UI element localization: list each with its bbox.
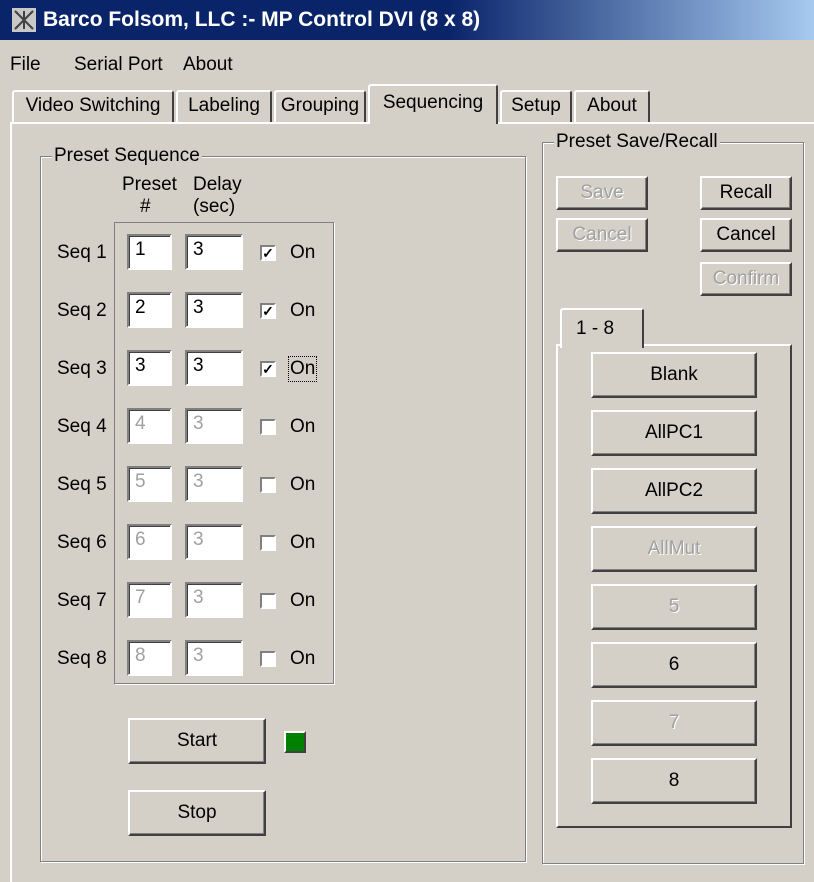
delay-seconds-input[interactable]: 3 — [185, 350, 243, 386]
seq-row-label: Seq 3 — [57, 358, 107, 379]
seq-on-label[interactable]: On — [290, 474, 315, 496]
preset-button[interactable]: AllPC2 — [591, 468, 757, 514]
column-header-preset-number: # — [140, 196, 151, 217]
seq-on-checkbox[interactable] — [260, 593, 276, 609]
delay-seconds-input[interactable]: 3 — [185, 582, 243, 618]
seq-on-checkbox[interactable] — [260, 535, 276, 551]
seq-on-label[interactable]: On — [287, 356, 318, 382]
seq-row-label: Seq 5 — [57, 474, 107, 495]
menu-bar: File Serial Port About — [0, 40, 814, 80]
confirm-button[interactable]: Confirm — [700, 262, 792, 296]
tab-video-switching[interactable]: Video Switching — [12, 90, 174, 122]
delay-seconds-input[interactable]: 3 — [185, 408, 243, 444]
preset-number-input[interactable]: 3 — [127, 350, 172, 386]
seq-row-label: Seq 4 — [57, 416, 107, 437]
column-header-delay-unit: (sec) — [193, 196, 236, 217]
tab-sequencing[interactable]: Sequencing — [368, 84, 498, 124]
seq-on-checkbox[interactable]: ✓ — [260, 361, 276, 377]
app-logo-icon — [12, 8, 36, 32]
seq-on-label[interactable]: On — [290, 300, 315, 322]
delay-seconds-input[interactable]: 3 — [185, 466, 243, 502]
delay-seconds-input[interactable]: 3 — [185, 292, 243, 328]
window-title: Barco Folsom, LLC :- MP Control DVI (8 x… — [43, 8, 481, 31]
delay-seconds-input[interactable]: 3 — [185, 234, 243, 270]
preset-sequence-title: Preset Sequence — [52, 145, 202, 167]
tab-about[interactable]: About — [574, 90, 650, 122]
preset-number-input[interactable]: 7 — [127, 582, 172, 618]
save-button[interactable]: Save — [556, 176, 648, 210]
preset-number-input[interactable]: 2 — [127, 292, 172, 328]
seq-on-label[interactable]: On — [290, 590, 315, 612]
delay-seconds-input[interactable]: 3 — [185, 640, 243, 676]
seq-on-checkbox[interactable] — [260, 477, 276, 493]
delay-seconds-input[interactable]: 3 — [185, 524, 243, 560]
seq-on-checkbox[interactable] — [260, 651, 276, 667]
preset-number-input[interactable]: 4 — [127, 408, 172, 444]
stop-button[interactable]: Stop — [128, 790, 266, 836]
preset-button[interactable]: 5 — [591, 584, 757, 630]
preset-save-recall-title: Preset Save/Recall — [554, 131, 720, 153]
tab-presets-1-8[interactable]: 1 - 8 — [560, 308, 644, 348]
seq-on-label[interactable]: On — [290, 648, 315, 670]
seq-on-label[interactable]: On — [290, 242, 315, 264]
column-header-preset: Preset — [122, 174, 177, 195]
preset-button[interactable]: Blank — [591, 352, 757, 398]
menu-about[interactable]: About — [183, 54, 233, 76]
cancel-recall-button[interactable]: Cancel — [700, 218, 792, 252]
seq-on-label[interactable]: On — [290, 532, 315, 554]
preset-button[interactable]: 6 — [591, 642, 757, 688]
seq-row-label: Seq 6 — [57, 532, 107, 553]
preset-button[interactable]: 7 — [591, 700, 757, 746]
seq-on-checkbox[interactable] — [260, 419, 276, 435]
start-button[interactable]: Start — [128, 718, 266, 764]
title-bar[interactable]: Barco Folsom, LLC :- MP Control DVI (8 x… — [0, 0, 814, 40]
preset-button[interactable]: AllPC1 — [591, 410, 757, 456]
seq-on-checkbox[interactable]: ✓ — [260, 245, 276, 261]
tab-labeling[interactable]: Labeling — [176, 90, 272, 122]
preset-number-input[interactable]: 5 — [127, 466, 172, 502]
recall-button[interactable]: Recall — [700, 176, 792, 210]
preset-button[interactable]: AllMut — [591, 526, 757, 572]
seq-row-label: Seq 1 — [57, 242, 107, 263]
column-header-delay: Delay — [193, 174, 242, 195]
tab-setup[interactable]: Setup — [500, 90, 572, 122]
cancel-save-button[interactable]: Cancel — [556, 218, 648, 252]
tab-grouping[interactable]: Grouping — [274, 90, 366, 122]
seq-on-checkbox[interactable]: ✓ — [260, 303, 276, 319]
seq-row-label: Seq 8 — [57, 648, 107, 669]
preset-number-input[interactable]: 1 — [127, 234, 172, 270]
seq-row-label: Seq 7 — [57, 590, 107, 611]
sequence-status-indicator — [284, 731, 306, 753]
seq-on-label[interactable]: On — [290, 416, 315, 438]
preset-number-input[interactable]: 6 — [127, 524, 172, 560]
preset-number-input[interactable]: 8 — [127, 640, 172, 676]
menu-file[interactable]: File — [10, 54, 41, 76]
menu-serial-port[interactable]: Serial Port — [74, 54, 163, 76]
preset-button[interactable]: 8 — [591, 758, 757, 804]
seq-row-label: Seq 2 — [57, 300, 107, 321]
